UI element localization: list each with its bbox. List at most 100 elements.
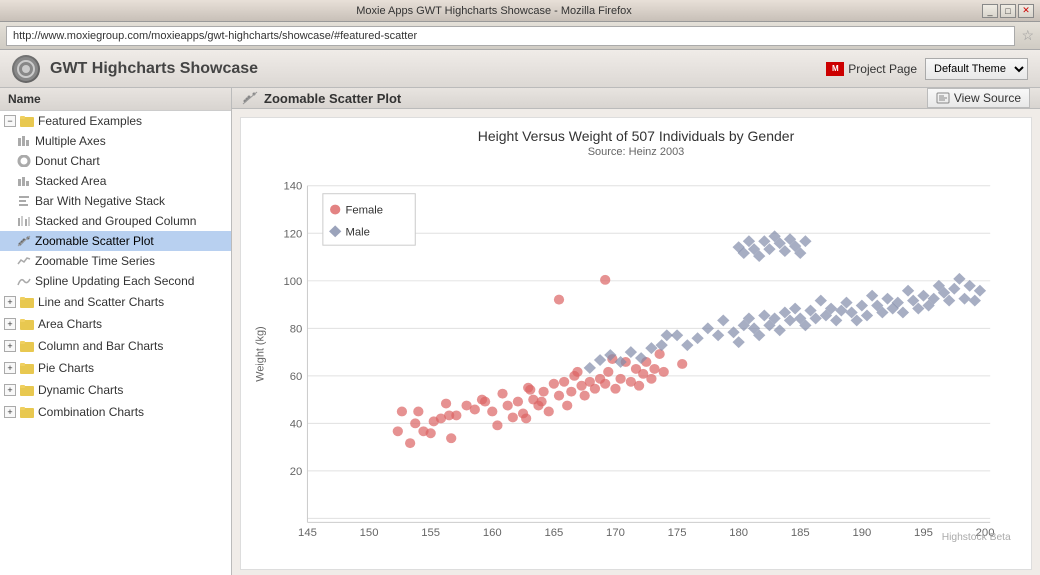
sidebar-item-column-bar[interactable]: + Column and Bar Charts xyxy=(0,335,231,357)
svg-text:145: 145 xyxy=(298,527,317,539)
sidebar-header: Name xyxy=(0,88,231,111)
combination-label: Combination Charts xyxy=(38,405,144,419)
content-title: Zoomable Scatter Plot xyxy=(264,91,927,106)
svg-text:150: 150 xyxy=(360,527,379,539)
svg-text:Highstock Beta: Highstock Beta xyxy=(942,532,1011,542)
chart-inner: 140 120 100 80 60 40 20 Weight (kg) 145 … xyxy=(251,166,1021,542)
chart-subtitle: Source: Heinz 2003 xyxy=(251,146,1021,158)
svg-text:20: 20 xyxy=(290,466,303,478)
bookmark-icon[interactable]: ☆ xyxy=(1021,27,1034,44)
browser-title: Moxie Apps GWT Highcharts Showcase - Moz… xyxy=(6,5,982,17)
folder-icon-pie xyxy=(19,360,35,376)
minimize-button[interactable]: _ xyxy=(982,4,998,18)
expand-icon-dynamic: + xyxy=(4,384,16,396)
svg-text:165: 165 xyxy=(544,527,563,539)
svg-text:40: 40 xyxy=(290,418,303,430)
view-source-label: View Source xyxy=(954,91,1021,105)
svg-text:175: 175 xyxy=(668,527,687,539)
featured-examples-label: Featured Examples xyxy=(38,114,142,128)
folder-icon-area xyxy=(19,316,35,332)
expand-icon-combo: + xyxy=(4,406,16,418)
area-charts-label: Area Charts xyxy=(38,317,102,331)
folder-icon xyxy=(19,113,35,129)
expand-icon-pie: + xyxy=(4,362,16,374)
browser-titlebar: Moxie Apps GWT Highcharts Showcase - Moz… xyxy=(0,0,1040,22)
dynamic-charts-label: Dynamic Charts xyxy=(38,383,123,397)
bar-negative-label: Bar With Negative Stack xyxy=(35,194,165,208)
sidebar-item-combination[interactable]: + Combination Charts xyxy=(0,401,231,423)
svg-text:Weight (kg): Weight (kg) xyxy=(254,326,266,381)
column-bar-label: Column and Bar Charts xyxy=(38,339,163,353)
scatter-icon xyxy=(242,90,258,106)
expand-icon-area: + xyxy=(4,318,16,330)
sidebar-item-zoomable-scatter[interactable]: Zoomable Scatter Plot xyxy=(0,231,231,251)
sidebar-item-stacked-area[interactable]: Stacked Area xyxy=(0,171,231,191)
zoomable-scatter-label: Zoomable Scatter Plot xyxy=(35,234,154,248)
browser-controls: _ □ ✕ xyxy=(982,4,1034,18)
chart-icon-time xyxy=(16,253,32,269)
sidebar-item-stacked-grouped[interactable]: Stacked and Grouped Column xyxy=(0,211,231,231)
folder-icon-combo xyxy=(19,404,35,420)
chart-title: Height Versus Weight of 507 Individuals … xyxy=(251,128,1021,144)
moxie-logo: M xyxy=(826,62,844,76)
close-button[interactable]: ✕ xyxy=(1018,4,1034,18)
chart-container: Height Versus Weight of 507 Individuals … xyxy=(240,117,1032,570)
maximize-button[interactable]: □ xyxy=(1000,4,1016,18)
sidebar-item-dynamic-charts[interactable]: + Dynamic Charts xyxy=(0,379,231,401)
svg-text:Height (cm): Height (cm) xyxy=(617,541,681,542)
folder-icon-column xyxy=(19,338,35,354)
view-source-button[interactable]: View Source xyxy=(927,88,1030,108)
app-logo xyxy=(12,55,40,83)
sidebar-item-area-charts[interactable]: + Area Charts xyxy=(0,313,231,335)
chart-icon-grouped xyxy=(16,213,32,229)
theme-select[interactable]: Default Theme Dark Theme Gray Theme xyxy=(925,58,1028,80)
svg-text:Male: Male xyxy=(345,226,369,238)
sidebar-item-spline[interactable]: Spline Updating Each Second xyxy=(0,271,231,291)
svg-text:155: 155 xyxy=(421,527,440,539)
svg-text:120: 120 xyxy=(284,228,303,240)
svg-text:80: 80 xyxy=(290,323,303,335)
expand-icon-column: + xyxy=(4,340,16,352)
donut-chart-label: Donut Chart xyxy=(35,154,100,168)
svg-text:195: 195 xyxy=(914,527,933,539)
sidebar: Name − Featured Examples Multiple Axes D… xyxy=(0,88,232,575)
line-scatter-label: Line and Scatter Charts xyxy=(38,295,164,309)
svg-text:185: 185 xyxy=(791,527,810,539)
source-icon xyxy=(936,92,950,104)
chart-icon-scatter xyxy=(16,233,32,249)
address-input[interactable] xyxy=(6,26,1015,46)
sidebar-item-pie-charts[interactable]: + Pie Charts xyxy=(0,357,231,379)
sidebar-item-donut-chart[interactable]: Donut Chart xyxy=(0,151,231,171)
svg-text:170: 170 xyxy=(606,527,625,539)
chart-icon-donut xyxy=(16,153,32,169)
project-page-button[interactable]: M Project Page xyxy=(826,62,917,76)
scatter-chart-svg[interactable]: 140 120 100 80 60 40 20 Weight (kg) 145 … xyxy=(251,166,1021,542)
spline-label: Spline Updating Each Second xyxy=(35,274,194,288)
svg-text:60: 60 xyxy=(290,371,303,383)
chart-icon-bar xyxy=(16,193,32,209)
svg-text:190: 190 xyxy=(852,527,871,539)
sidebar-item-bar-negative[interactable]: Bar With Negative Stack xyxy=(0,191,231,211)
main-layout: Name − Featured Examples Multiple Axes D… xyxy=(0,88,1040,575)
svg-text:140: 140 xyxy=(284,181,303,193)
sidebar-item-line-scatter[interactable]: + Line and Scatter Charts xyxy=(0,291,231,313)
app-header: GWT Highcharts Showcase M Project Page D… xyxy=(0,50,1040,88)
folder-icon-dynamic xyxy=(19,382,35,398)
content-area: Zoomable Scatter Plot View Source Height… xyxy=(232,88,1040,575)
svg-text:160: 160 xyxy=(483,527,502,539)
expand-icon: − xyxy=(4,115,16,127)
sidebar-item-multiple-axes[interactable]: Multiple Axes xyxy=(0,131,231,151)
zoomable-time-label: Zoomable Time Series xyxy=(35,254,155,268)
sidebar-item-zoomable-time[interactable]: Zoomable Time Series xyxy=(0,251,231,271)
app-title: GWT Highcharts Showcase xyxy=(50,60,826,78)
address-bar: ☆ xyxy=(0,22,1040,50)
folder-icon-line xyxy=(19,294,35,310)
multiple-axes-label: Multiple Axes xyxy=(35,134,106,148)
stacked-grouped-label: Stacked and Grouped Column xyxy=(35,214,196,228)
sidebar-item-featured-examples[interactable]: − Featured Examples xyxy=(0,111,231,131)
content-toolbar: Zoomable Scatter Plot View Source xyxy=(232,88,1040,109)
svg-text:180: 180 xyxy=(729,527,748,539)
chart-icon-multiple xyxy=(16,133,32,149)
stacked-area-label: Stacked Area xyxy=(35,174,106,188)
project-page-label: Project Page xyxy=(848,62,917,76)
